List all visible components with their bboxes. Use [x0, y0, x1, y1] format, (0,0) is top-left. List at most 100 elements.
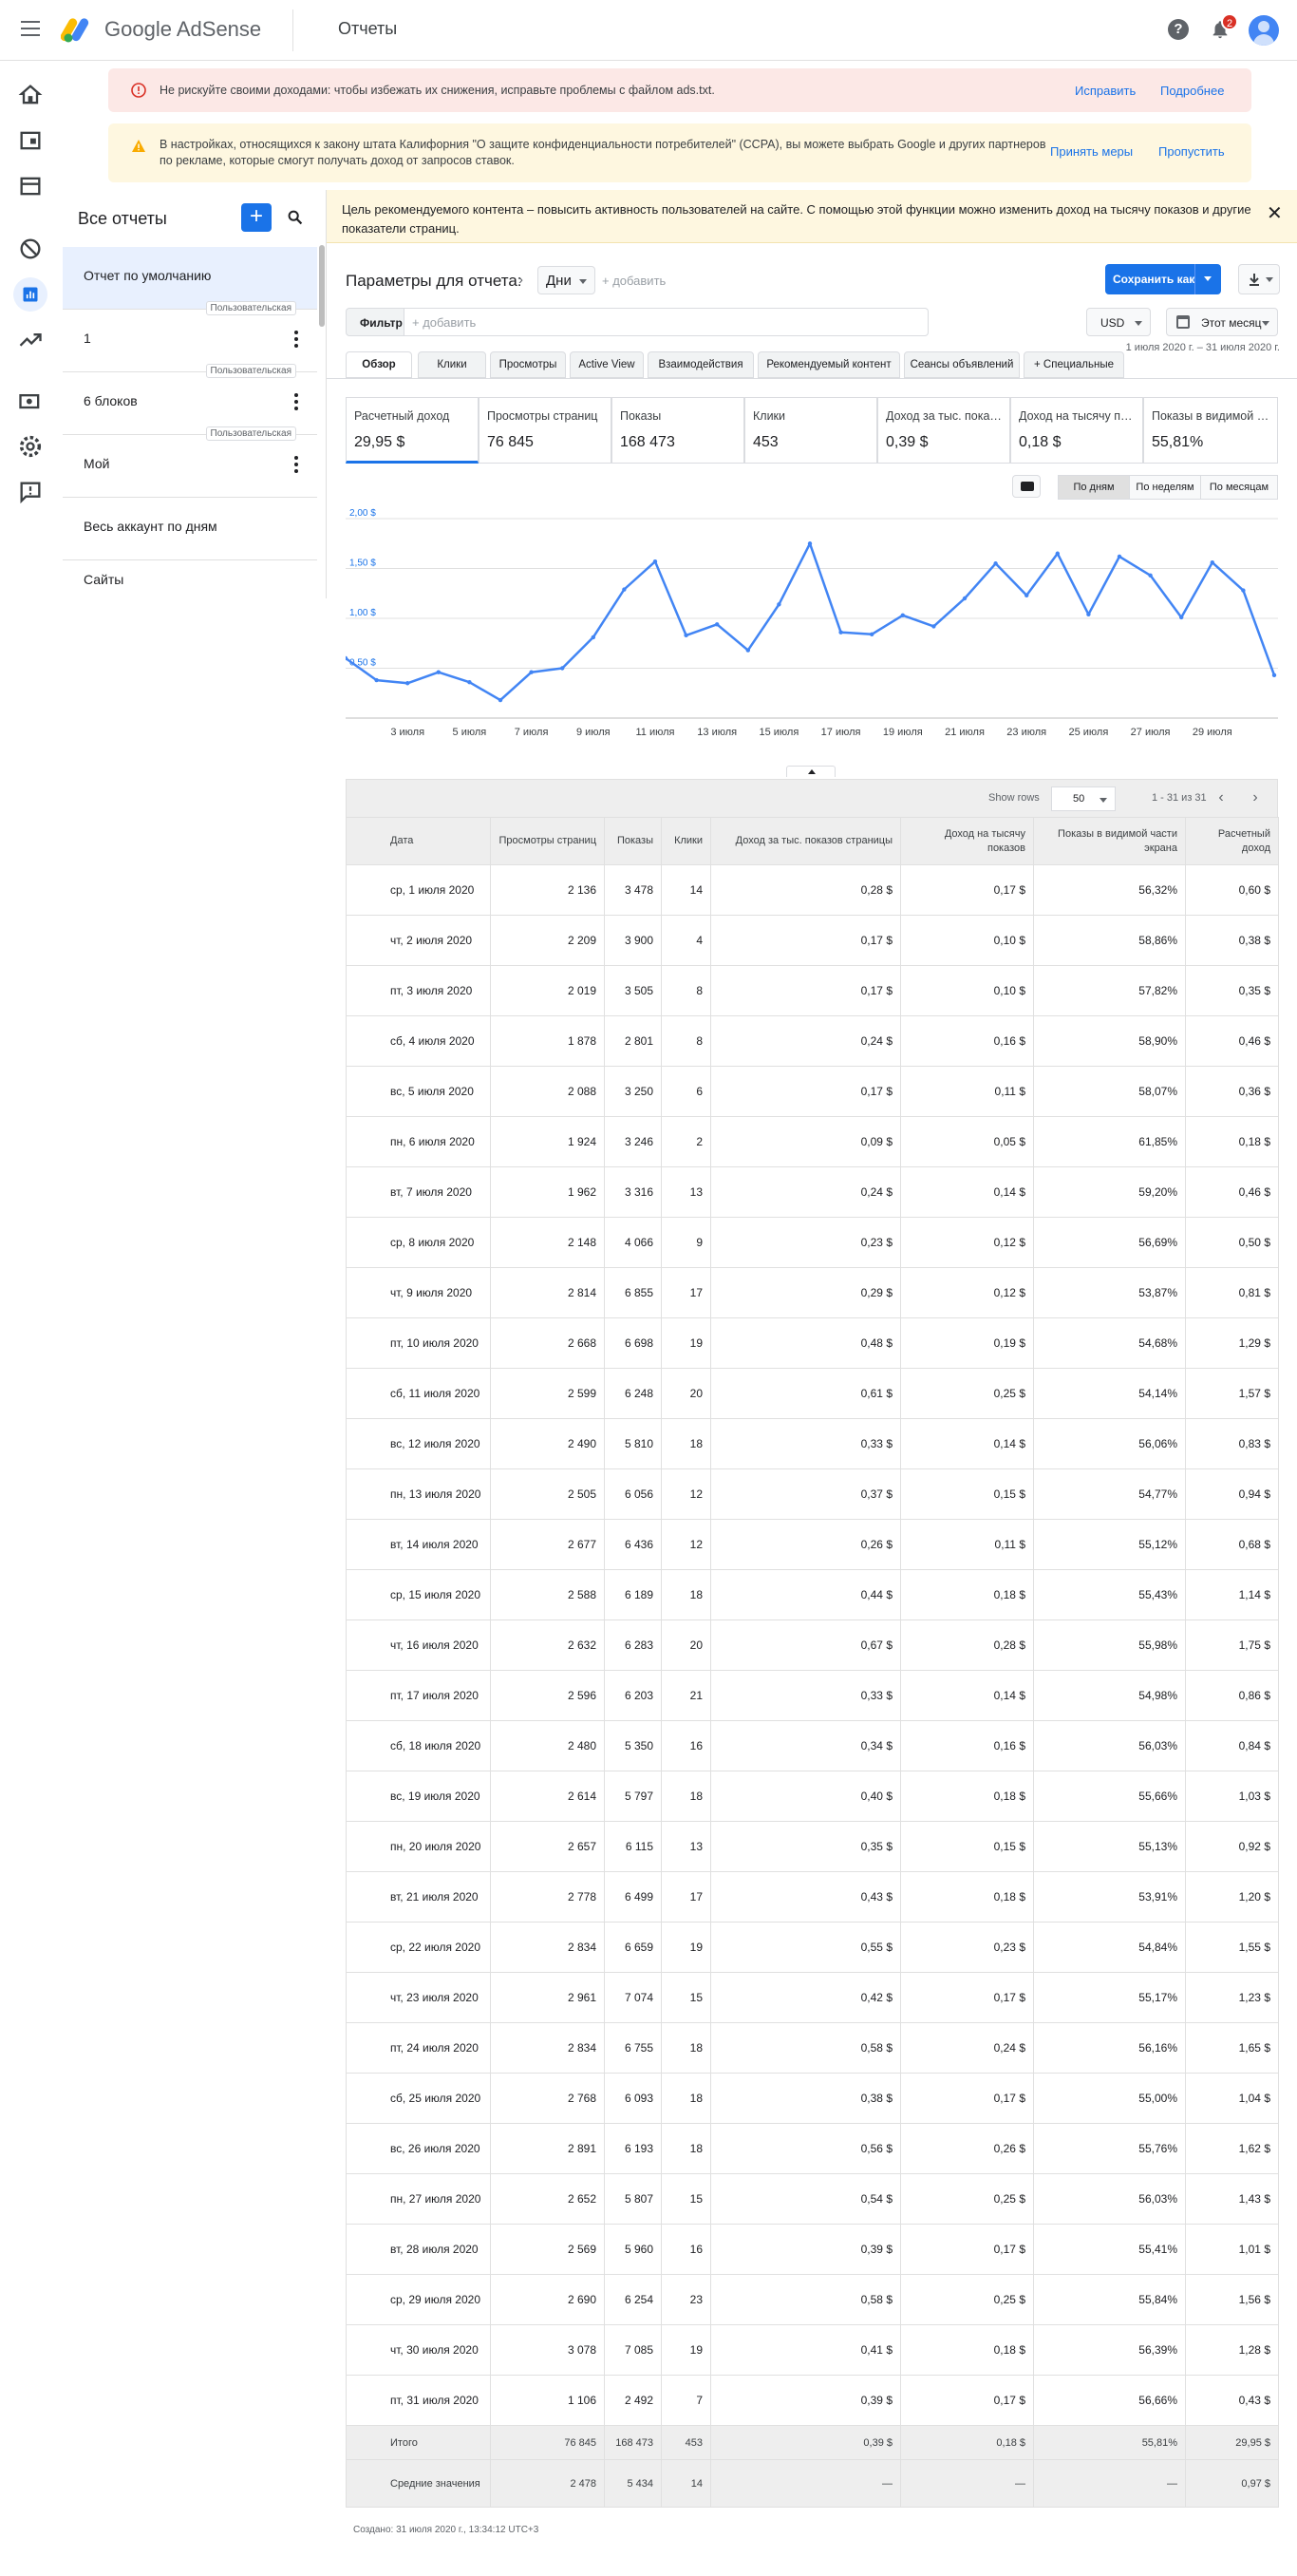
report-item-account-by-day[interactable]: Весь аккаунт по дням	[63, 498, 317, 560]
table-cell: 2 677	[490, 1519, 605, 1570]
download-button[interactable]	[1238, 264, 1280, 294]
caret-down-icon[interactable]	[1204, 276, 1212, 281]
home-icon[interactable]	[17, 82, 44, 108]
tab-ad-sessions[interactable]: Сеансы объявлений	[904, 351, 1020, 378]
filter-input[interactable]: + добавить	[404, 308, 929, 336]
fix-link[interactable]: Исправить	[1075, 84, 1136, 98]
table-cell: 1,75 $	[1185, 1619, 1279, 1671]
show-rows-label: Show rows	[988, 792, 1040, 804]
add-report-button[interactable]: +	[241, 203, 272, 232]
table-cell: 0,17 $	[710, 1066, 901, 1117]
table-cell: 453	[661, 2425, 711, 2460]
search-icon[interactable]	[285, 207, 306, 228]
metric-card-page-rpm[interactable]: Доход за тыс. показов страницы 0,39 $	[877, 397, 1010, 464]
column-header[interactable]: Дата	[346, 817, 491, 865]
table-row: пн, 13 июля 2020 2 505 6 056 12 0,37 $0,15 $…	[346, 1468, 1279, 1520]
table-cell: чт, 23 июля 2020	[346, 1972, 491, 2023]
calendar-icon	[1176, 315, 1190, 329]
ads-icon[interactable]	[17, 173, 44, 199]
metric-card-impression-rpm[interactable]: Доход на тысячу показов 0,18 $	[1010, 397, 1143, 464]
period-daily[interactable]: По дням	[1058, 475, 1130, 500]
metric-card-revenue[interactable]: Расчетный доход 29,95 $	[346, 397, 479, 464]
panel-scrollbar[interactable]	[319, 245, 325, 327]
x-tick-label: 21 июля	[945, 727, 985, 738]
column-header[interactable]: Расчетный доход	[1185, 817, 1279, 865]
collapse-chart-handle[interactable]	[786, 766, 836, 777]
column-header[interactable]: Доход на тысячу показов	[900, 817, 1034, 865]
table-cell: 0,39 $	[710, 2425, 901, 2460]
infobar-text: Цель рекомендуемого контента – повысить …	[342, 202, 1251, 236]
column-header[interactable]: Доход за тыс. показов страницы	[710, 817, 901, 865]
feedback-icon[interactable]	[17, 479, 44, 505]
dimension-dropdown[interactable]: Дни	[537, 266, 595, 294]
tab-clicks[interactable]: Клики	[418, 351, 486, 378]
date-range-dropdown[interactable]: Этот месяц	[1166, 308, 1278, 336]
column-header[interactable]: Просмотры страниц	[490, 817, 605, 865]
table-cell: 0,25 $	[900, 2173, 1034, 2225]
table-cell: 1,14 $	[1185, 1569, 1279, 1620]
data-table: Дата Просмотры страниц Показы Клики Дохо…	[346, 817, 1279, 2508]
table-cell: 0,18 $	[900, 2324, 1034, 2376]
more-vert-icon[interactable]	[294, 393, 298, 410]
metric-card-viewability[interactable]: Показы в видимой части экрана 55,81%	[1143, 397, 1278, 464]
table-row: чт, 2 июля 2020 2 209 3 900 4 0,17 $0,10 $58…	[346, 915, 1279, 966]
optimization-icon[interactable]	[17, 327, 44, 353]
caret-down-icon	[1266, 277, 1273, 282]
report-item-label: Сайты	[84, 572, 124, 587]
table-cell: 0,33 $	[710, 1670, 901, 1721]
tabs-divider	[327, 378, 1297, 379]
column-header[interactable]: Показы в видимой части экрана	[1033, 817, 1186, 865]
data-point	[715, 622, 720, 627]
close-icon[interactable]: ✕	[1267, 201, 1283, 225]
annotation-toggle[interactable]	[1012, 475, 1041, 498]
table-cell: 0,18 $	[900, 2425, 1034, 2460]
table-cell: 19	[661, 2324, 711, 2376]
save-as-button[interactable]: Сохранить как	[1105, 264, 1221, 294]
table-cell: 3 316	[604, 1166, 662, 1218]
table-cell: 1,62 $	[1185, 2123, 1279, 2174]
reports-nav-item[interactable]	[13, 277, 47, 312]
metric-card-clicks[interactable]: Клики 453	[744, 397, 877, 464]
report-item-my[interactable]: Пользовательская Мой	[63, 426, 317, 498]
payments-icon[interactable]	[17, 388, 44, 414]
more-vert-icon[interactable]	[294, 331, 298, 348]
tab-recommended-content[interactable]: Рекомендуемый контент	[758, 351, 900, 378]
data-point	[1148, 573, 1153, 578]
column-header[interactable]: Показы	[604, 817, 662, 865]
table-cell: 13	[661, 1166, 711, 1218]
tab-pageviews[interactable]: Просмотры	[490, 351, 566, 378]
add-dimension-link[interactable]: + добавить	[602, 274, 666, 288]
period-monthly[interactable]: По месяцам	[1200, 475, 1278, 500]
settings-icon[interactable]	[17, 433, 44, 460]
more-vert-icon[interactable]	[294, 456, 298, 473]
learn-more-link[interactable]: Подробнее	[1160, 84, 1224, 98]
metric-card-pageviews[interactable]: Просмотры страниц 76 845	[479, 397, 611, 464]
prev-page-icon[interactable]: ‹	[1211, 787, 1231, 808]
tab-active-view[interactable]: Active View	[570, 351, 644, 378]
tab-custom[interactable]: + Специальные	[1024, 351, 1124, 378]
period-weekly[interactable]: По неделям	[1129, 475, 1201, 500]
report-item-sites[interactable]: Сайты	[63, 560, 317, 598]
skip-link[interactable]: Пропустить	[1158, 144, 1225, 159]
take-action-link[interactable]: Принять меры	[1050, 144, 1133, 159]
table-cell: 0,18 $	[900, 1569, 1034, 1620]
rows-per-page-select[interactable]: 50	[1051, 786, 1116, 811]
table-cell: 0,17 $	[710, 915, 901, 966]
tab-engagement[interactable]: Взаимодействия	[648, 351, 754, 378]
avatar[interactable]	[1249, 15, 1279, 46]
block-controls-icon[interactable]	[17, 236, 44, 262]
tab-overview[interactable]: Обзор	[346, 351, 412, 378]
column-header[interactable]: Клики	[661, 817, 711, 865]
custom-tag: Пользовательская	[205, 301, 296, 315]
table-row: вт, 21 июля 2020 2 778 6 499 17 0,43 $0,18 $…	[346, 1871, 1279, 1923]
table-cell: 55,12%	[1033, 1519, 1186, 1570]
help-icon[interactable]: ?	[1168, 19, 1189, 40]
table-cell: 5 434	[604, 2459, 662, 2508]
metric-card-impressions[interactable]: Показы 168 473	[611, 397, 744, 464]
sites-icon[interactable]	[17, 127, 44, 154]
table-cell: 16	[661, 1720, 711, 1771]
next-page-icon[interactable]: ›	[1245, 787, 1266, 808]
currency-dropdown[interactable]: USD	[1086, 308, 1151, 336]
menu-icon[interactable]	[21, 21, 40, 36]
table-cell: 6 698	[604, 1317, 662, 1369]
